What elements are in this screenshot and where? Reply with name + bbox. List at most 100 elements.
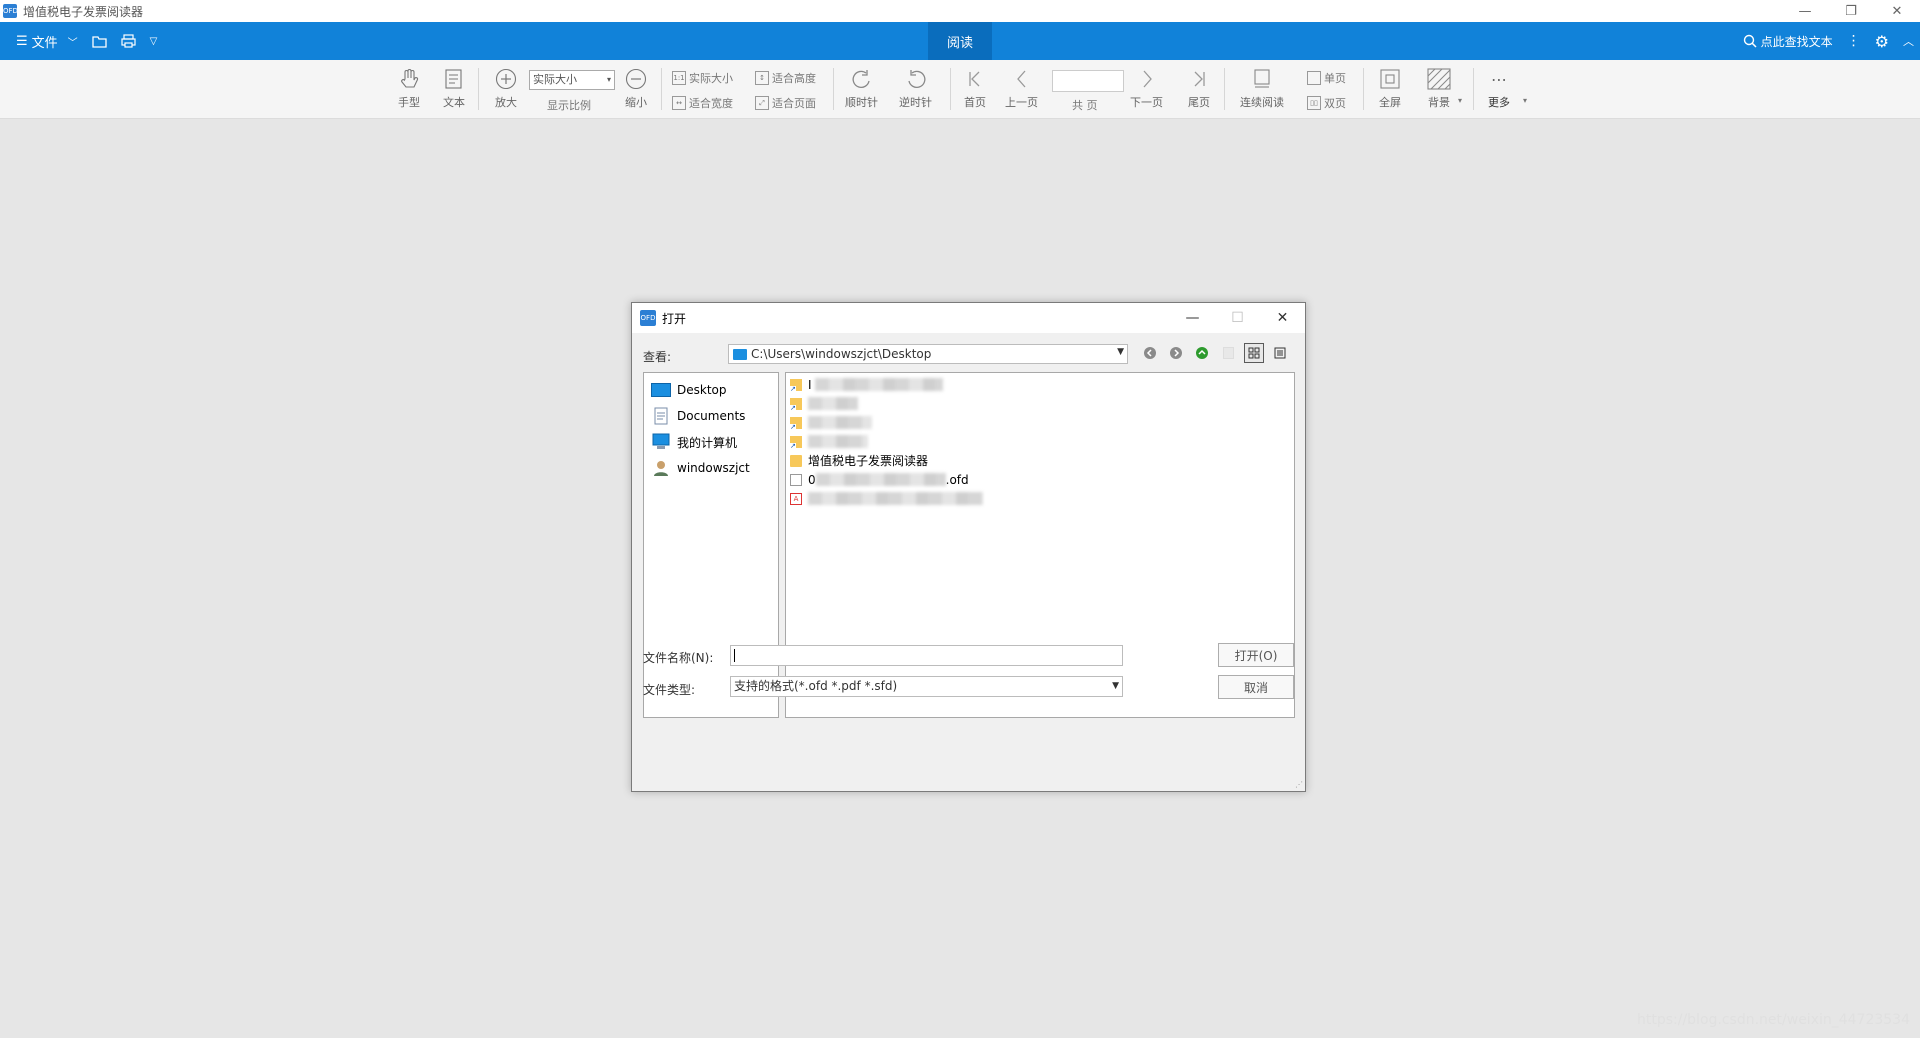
fullscreen-icon <box>1377 66 1403 92</box>
text-select-icon <box>441 66 467 92</box>
file-list-item[interactable]: 增值税电子发票阅读器 <box>790 451 1290 470</box>
rotate-counterclockwise-button[interactable]: 逆时针 <box>899 66 932 110</box>
hand-tool-button[interactable]: 手型 <box>396 66 422 110</box>
collapse-ribbon-icon[interactable]: ︿ <box>1903 33 1914 49</box>
toolbar-divider <box>661 68 662 110</box>
folder-shortcut-icon <box>790 397 802 412</box>
dialog-minimize-button[interactable]: — <box>1170 303 1215 333</box>
file-name: 增值税电子发票阅读器 <box>808 454 929 468</box>
sidebar-item-desktop[interactable]: Desktop <box>644 377 778 403</box>
file-list-item[interactable]: 0 .ofd <box>790 470 1290 489</box>
ribbon-tab-bar: ☰ 文件 ﹀ ▽ 阅读 点此查找文本 ⋮ ⚙ ︿ <box>0 22 1920 60</box>
file-list-item[interactable]: I <box>790 375 1290 394</box>
zoom-in-icon <box>493 66 519 92</box>
back-button[interactable] <box>1140 343 1160 363</box>
double-page-button[interactable]: ▯▯ 双页 <box>1307 95 1346 111</box>
text-tool-button[interactable]: 文本 <box>441 66 467 110</box>
last-page-label: 尾页 <box>1188 96 1210 109</box>
zoom-in-button[interactable]: 放大 <box>493 66 519 110</box>
dialog-close-button[interactable]: ✕ <box>1260 303 1305 333</box>
more-vertical-icon[interactable]: ⋮ <box>1847 33 1861 49</box>
last-page-button[interactable]: 尾页 <box>1186 66 1212 110</box>
chevron-right-icon <box>1134 66 1160 92</box>
forward-button[interactable] <box>1166 343 1186 363</box>
first-page-button[interactable]: 首页 <box>962 66 988 110</box>
rotate-counterclockwise-icon <box>903 66 929 92</box>
minimize-button[interactable]: — <box>1782 0 1828 22</box>
continuous-reading-label: 连续阅读 <box>1240 96 1284 109</box>
quick-access-dropdown[interactable]: ▽ <box>146 22 162 60</box>
filename-label: 文件名称(N): <box>643 651 714 665</box>
next-page-label: 下一页 <box>1130 96 1163 109</box>
prev-page-button[interactable]: 上一页 <box>1005 66 1038 110</box>
dropdown-arrow-icon[interactable]: ▾ <box>1458 96 1462 105</box>
look-in-combobox[interactable]: C:\Users\windowszjct\Desktop ▼ <box>728 344 1128 364</box>
file-list-item[interactable]: A <box>790 489 1290 508</box>
toolbar-divider <box>950 68 951 110</box>
background-label: 背景 <box>1428 96 1450 109</box>
fit-width-button[interactable]: ↔ 适合宽度 <box>672 95 733 111</box>
first-page-label: 首页 <box>964 96 986 109</box>
window-controls: — ❐ ✕ <box>1782 0 1920 22</box>
actual-size-button[interactable]: 1:1 实际大小 <box>672 70 733 86</box>
more-horizontal-icon: ⋯ <box>1491 69 1507 89</box>
page-number-input[interactable] <box>1052 70 1124 92</box>
zoom-out-button[interactable]: 缩小 <box>623 66 649 110</box>
rotate-clockwise-label: 顺时针 <box>845 96 878 109</box>
fit-height-icon: ↕ <box>755 71 769 85</box>
ribbon-left-menu: ☰ 文件 ﹀ ▽ <box>12 22 161 60</box>
text-tool-label: 文本 <box>443 96 465 109</box>
user-icon <box>650 459 672 477</box>
detail-view-button[interactable] <box>1270 343 1290 363</box>
open-folder-button[interactable] <box>88 22 111 60</box>
print-button[interactable] <box>117 22 140 60</box>
file-name <box>808 435 868 448</box>
file-name-prefix: I <box>808 377 812 392</box>
filetype-select[interactable]: 支持的格式(*.ofd *.pdf *.sfd) ▼ <box>730 676 1123 697</box>
more-button[interactable]: ⋯ 更多 <box>1486 66 1512 110</box>
fit-width-label: 适合宽度 <box>689 97 733 110</box>
more-label: 更多 <box>1488 96 1510 109</box>
sidebar-item-label: Documents <box>677 409 746 423</box>
close-button[interactable]: ✕ <box>1874 0 1920 22</box>
dialog-window-controls: — ☐ ✕ <box>1170 303 1305 333</box>
tab-read[interactable]: 阅读 <box>928 22 992 60</box>
fit-page-button[interactable]: ⤢ 适合页面 <box>755 95 816 111</box>
rotate-clockwise-button[interactable]: 顺时针 <box>845 66 878 110</box>
open-button[interactable]: 打开(O) <box>1218 643 1294 667</box>
file-list-item[interactable] <box>790 413 1290 432</box>
rotate-clockwise-icon <box>849 66 875 92</box>
dropdown-arrow-icon: ▼ <box>1112 681 1119 691</box>
hand-tool-label: 手型 <box>398 96 420 109</box>
fit-page-icon: ⤢ <box>755 96 769 110</box>
cancel-button[interactable]: 取消 <box>1218 675 1294 699</box>
file-menu-button[interactable]: ☰ 文件 ﹀ <box>12 22 82 60</box>
continuous-reading-button[interactable]: 连续阅读 <box>1240 66 1284 110</box>
app-logo-icon: OFD <box>640 310 656 326</box>
single-page-button[interactable]: 单页 <box>1307 70 1346 86</box>
sidebar-item-my-computer[interactable]: 我的计算机 <box>644 429 778 455</box>
dropdown-arrow-icon[interactable]: ▾ <box>1523 96 1527 105</box>
actual-size-label: 实际大小 <box>689 72 733 85</box>
hand-icon <box>396 66 422 92</box>
sidebar-item-documents[interactable]: Documents <box>644 403 778 429</box>
ribbon-right-menu: 点此查找文本 ⋮ ⚙ ︿ <box>1743 22 1914 60</box>
filename-input[interactable] <box>730 645 1123 666</box>
up-folder-button[interactable] <box>1192 343 1212 363</box>
dropdown-arrow-icon: ▾ <box>606 75 611 84</box>
fullscreen-button[interactable]: 全屏 <box>1377 66 1403 110</box>
documents-icon <box>650 407 672 425</box>
resize-grip-icon[interactable]: ⋰ <box>1295 780 1303 789</box>
next-page-button[interactable]: 下一页 <box>1130 66 1163 110</box>
search-text-button[interactable]: 点此查找文本 <box>1743 33 1833 50</box>
file-list-item[interactable] <box>790 394 1290 413</box>
file-menu-label: 文件 <box>31 35 58 51</box>
background-button[interactable]: 背景 <box>1426 66 1452 110</box>
file-list-item[interactable] <box>790 432 1290 451</box>
gear-icon[interactable]: ⚙ <box>1875 32 1889 51</box>
list-view-button[interactable] <box>1244 343 1264 363</box>
fit-height-button[interactable]: ↕ 适合高度 <box>755 70 816 86</box>
sidebar-item-user[interactable]: windowszjct <box>644 455 778 481</box>
restore-button[interactable]: ❐ <box>1828 0 1874 22</box>
zoom-select[interactable]: 实际大小 ▾ <box>529 70 615 90</box>
